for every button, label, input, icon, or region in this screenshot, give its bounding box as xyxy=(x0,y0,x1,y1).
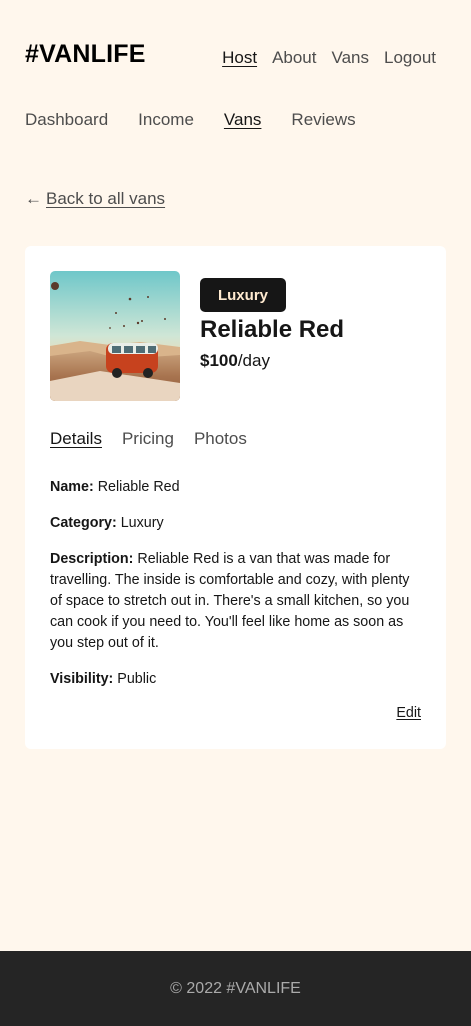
nav-vans[interactable]: Vans xyxy=(332,48,370,68)
detail-category-value: Luxury xyxy=(120,515,164,531)
detail-visibility: Visibility: Public xyxy=(50,669,420,690)
van-details: Name: Reliable Red Category: Luxury Desc… xyxy=(50,477,420,705)
tab-pricing[interactable]: Pricing xyxy=(122,429,174,449)
host-nav: Dashboard Income Vans Reviews xyxy=(25,110,386,130)
detail-category-label: Category: xyxy=(50,515,117,531)
site-footer: © 2022 #VANLIFE xyxy=(0,951,471,1026)
van-detail-tabs: Details Pricing Photos xyxy=(50,429,267,449)
back-link-label[interactable]: Back to all vans xyxy=(46,189,165,208)
van-photo xyxy=(50,271,180,401)
back-link[interactable]: ← Back to all vans xyxy=(25,189,165,209)
site-header: #VANLIFE Host About Vans Logout xyxy=(25,40,446,72)
nav-logout[interactable]: Logout xyxy=(384,48,436,68)
detail-description-label: Description: xyxy=(50,551,134,567)
van-photo-image xyxy=(50,271,180,401)
van-type-badge: Luxury xyxy=(200,278,286,312)
detail-category: Category: Luxury xyxy=(50,513,420,534)
host-nav-vans[interactable]: Vans xyxy=(224,110,262,130)
detail-name-value: Reliable Red xyxy=(97,479,180,495)
footer-copyright: © 2022 #VANLIFE xyxy=(170,979,301,997)
tab-details[interactable]: Details xyxy=(50,429,102,449)
detail-description: Description: Reliable Red is a van that … xyxy=(50,549,420,654)
nav-about[interactable]: About xyxy=(272,48,316,68)
host-nav-dashboard[interactable]: Dashboard xyxy=(25,110,108,130)
price-amount: $100 xyxy=(200,351,238,370)
host-nav-income[interactable]: Income xyxy=(138,110,194,130)
nav-host[interactable]: Host xyxy=(222,48,257,68)
tab-photos[interactable]: Photos xyxy=(194,429,247,449)
main-nav: Host About Vans Logout xyxy=(222,48,436,68)
back-arrow-icon: ← xyxy=(25,189,42,208)
site-logo[interactable]: #VANLIFE xyxy=(25,40,146,69)
van-name: Reliable Red xyxy=(200,316,345,343)
detail-name-label: Name: xyxy=(50,479,94,495)
detail-visibility-label: Visibility: xyxy=(50,671,114,687)
detail-name: Name: Reliable Red xyxy=(50,477,420,498)
edit-link[interactable]: Edit xyxy=(396,705,421,721)
van-price: $100/day xyxy=(200,351,270,371)
host-nav-reviews[interactable]: Reviews xyxy=(291,110,355,130)
detail-visibility-value: Public xyxy=(117,671,157,687)
price-unit: /day xyxy=(237,351,270,370)
van-detail-card: Luxury Reliable Red $100/day Details Pri… xyxy=(25,246,446,749)
